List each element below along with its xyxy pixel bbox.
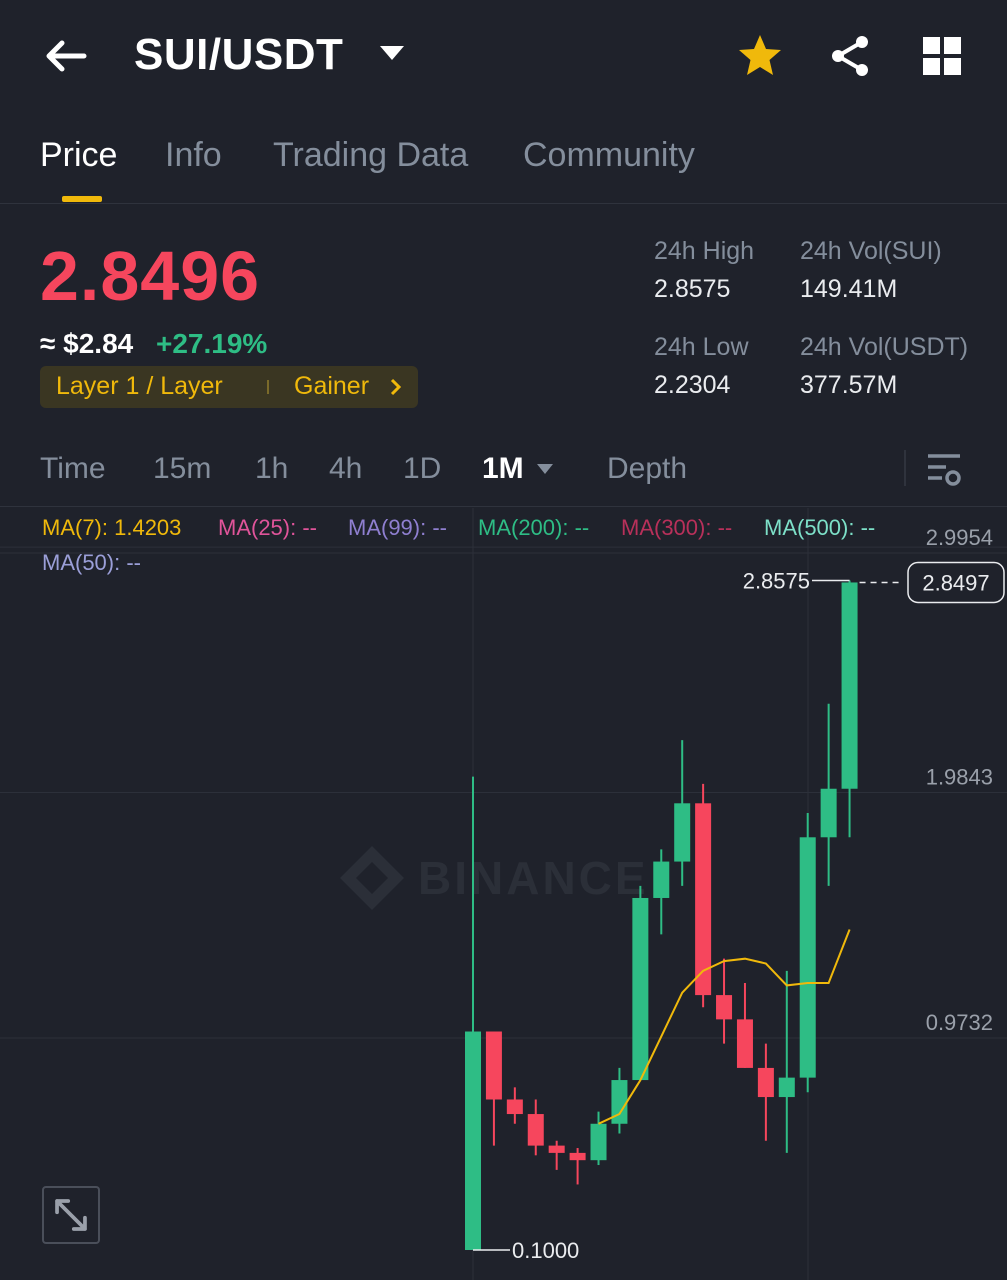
candle-body <box>695 803 712 996</box>
divider <box>0 506 1007 507</box>
caret-down-icon[interactable] <box>378 42 406 66</box>
tab-price[interactable]: Price <box>40 136 117 175</box>
top-bar: SUI/USDT <box>0 0 1007 115</box>
candlestick-chart[interactable]: BINANCE 2.9954 1.9843 0.9732 2.8575 0.1000 2.… <box>0 508 1007 1280</box>
ma25-legend[interactable]: MA(25): -- <box>218 515 317 541</box>
y-axis-label: 1.9843 <box>926 765 993 790</box>
stat-low-label: 24h Low <box>654 333 749 361</box>
tab-community[interactable]: Community <box>523 136 695 175</box>
candle-body <box>632 897 649 1081</box>
timeframe-15m[interactable]: 15m <box>153 452 211 486</box>
candle-body <box>465 1031 481 1250</box>
ma300-legend[interactable]: MA(300): -- <box>621 515 732 541</box>
caret-down-icon[interactable] <box>536 462 554 476</box>
ma7-legend[interactable]: MA(7): 1.4203 <box>42 515 181 541</box>
tab-trading-data[interactable]: Trading Data <box>273 136 468 175</box>
candle-body <box>485 1031 502 1100</box>
ma50-legend[interactable]: MA(50): -- <box>42 550 141 576</box>
fullscreen-button[interactable] <box>42 1186 100 1244</box>
candle-body <box>527 1114 544 1146</box>
tab-bar: Price Info Trading Data Community <box>0 120 1007 204</box>
ma200-legend[interactable]: MA(200): -- <box>478 515 589 541</box>
stat-vol-base-label: 24h Vol(SUI) <box>800 237 942 265</box>
candle-body <box>548 1145 565 1153</box>
tab-info[interactable]: Info <box>165 136 222 175</box>
share-icon[interactable] <box>826 32 874 80</box>
candle-body <box>569 1152 586 1161</box>
candle-body <box>736 1019 753 1068</box>
arrow-left-icon[interactable] <box>40 30 92 82</box>
candle-body <box>653 861 670 898</box>
price-change: +27.19% <box>156 328 268 359</box>
active-tab-indicator <box>62 196 102 202</box>
y-axis-label: 2.9954 <box>926 525 993 550</box>
divider <box>904 450 906 486</box>
expand-icon <box>55 1199 87 1231</box>
low-price-label: 0.1000 <box>512 1238 579 1263</box>
pair-title[interactable]: SUI/USDT <box>134 30 343 80</box>
ma500-legend[interactable]: MA(500): -- <box>764 515 875 541</box>
stat-low-value: 2.2304 <box>654 371 731 399</box>
timeframe-1d[interactable]: 1D <box>403 452 441 486</box>
tag-gainer[interactable]: Gainer <box>294 372 369 401</box>
stat-vol-quote-value: 377.57M <box>800 371 898 399</box>
star-icon[interactable] <box>736 32 784 80</box>
candle-body <box>716 995 733 1020</box>
candle-body <box>820 788 837 838</box>
chart-settings-icon[interactable] <box>924 450 964 490</box>
timeframe-time[interactable]: Time <box>40 452 106 486</box>
candle-body <box>778 1077 795 1098</box>
high-price-label: 2.8575 <box>743 569 810 594</box>
candle-body <box>757 1067 774 1098</box>
price-usd: ≈ $2.84 <box>40 328 134 359</box>
tag-category[interactable]: Layer 1 / Layer <box>56 372 223 401</box>
stat-high-value: 2.8575 <box>654 275 731 303</box>
timeframe-1h[interactable]: 1h <box>255 452 288 486</box>
timeframe-depth[interactable]: Depth <box>607 452 687 486</box>
grid-icon[interactable] <box>920 34 964 78</box>
chevron-right-icon[interactable] <box>388 378 404 396</box>
y-axis-label: 0.9732 <box>926 1010 993 1035</box>
timeframe-1m[interactable]: 1M <box>482 452 524 486</box>
binance-logo-icon <box>340 846 404 910</box>
candle-body <box>506 1099 523 1115</box>
tag-bar[interactable]: Layer 1 / Layer Gainer <box>40 366 418 408</box>
ma99-legend[interactable]: MA(99): -- <box>348 515 447 541</box>
candle-body <box>799 837 816 1078</box>
stat-vol-quote-label: 24h Vol(USDT) <box>800 333 969 361</box>
stat-high-label: 24h High <box>654 237 755 265</box>
stat-vol-base-value: 149.41M <box>800 275 898 303</box>
last-price-label: 2.8497 <box>922 570 989 595</box>
last-price: 2.8496 <box>40 237 261 315</box>
watermark: BINANCE <box>418 852 649 904</box>
candle-body <box>674 803 691 862</box>
tag-divider <box>267 380 269 394</box>
candle-body <box>841 582 858 789</box>
timeframe-4h[interactable]: 4h <box>329 452 362 486</box>
candle-body <box>590 1123 607 1161</box>
